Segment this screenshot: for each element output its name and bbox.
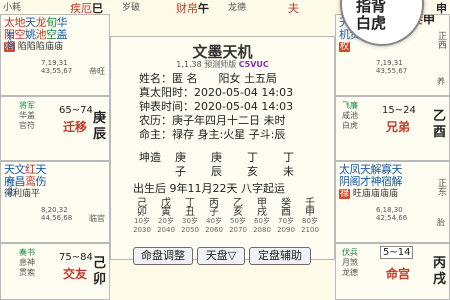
transform-tag: 禄 bbox=[339, 189, 351, 199]
top-left-label: 小耗 bbox=[3, 3, 22, 13]
palace-name-ming: 命宫 bbox=[386, 267, 411, 281]
top-branch: 申 bbox=[436, 2, 447, 15]
info-solar-time: 真太阳时：2020-05-04 14:03 bbox=[139, 86, 294, 99]
center-panel: 文墨天机 1.1.38 预测师版 C5VUC 姓名：匿 名 阳女 土五局 真太阳… bbox=[110, 36, 335, 265]
age-range-box: 5~14 bbox=[380, 246, 414, 259]
luck-cycle-5[interactable]: 甲戌 60岁 2080 bbox=[251, 199, 273, 235]
branch: 酉 bbox=[432, 125, 446, 140]
license-badge: C5VUC bbox=[238, 60, 269, 69]
luck-cycle-4[interactable]: 乙亥 50岁 2070 bbox=[227, 199, 249, 235]
info-clock-time: 钟表时间：2020-05-04 14:03 bbox=[139, 100, 294, 113]
age-list: 7,19,31 43,55,67 bbox=[41, 59, 73, 75]
chart-adjust-button[interactable]: 命盘调整 bbox=[133, 247, 193, 265]
minor-star: 奏书 bbox=[19, 248, 35, 257]
ziwei-chart: 小耗 疾厄巳 岁破 财帛午 龙德 夫 申 太地天龙旬华 阳空姚池空盖 科 陷陷陷… bbox=[0, 0, 450, 300]
minor-star-3: 龙德 bbox=[342, 268, 358, 277]
version-line: 1.1.38 预测师版 C5VUC bbox=[176, 60, 269, 69]
minor-star-2: 息神 bbox=[19, 258, 35, 267]
top-mid-label: 岁破 bbox=[122, 3, 141, 13]
direction-label: 正西 bbox=[436, 31, 446, 49]
age-range: 75~84 bbox=[59, 252, 93, 263]
palace-mao[interactable]: 天文红天 府昌鸾伤 得利庙平 8,20,32 44,56,68 临官 东北 bbox=[0, 161, 110, 243]
pillars-label: 坤造 bbox=[139, 151, 161, 164]
info-name: 姓名：匿 名 阳女 土五局 bbox=[139, 72, 277, 85]
chart-assist-button[interactable]: 定盘辅助 bbox=[249, 247, 311, 265]
transform-tag: 权 bbox=[339, 42, 351, 52]
magnifier-text: 指背 白虎 bbox=[356, 0, 387, 32]
minor-star: 飞廉 bbox=[342, 101, 358, 110]
direction-label: 东北 bbox=[4, 178, 14, 196]
direction-label: 正东 bbox=[436, 178, 446, 196]
palace-xu[interactable]: 太凤天解寡天 阴阁才神宿解 禄 旺庙庙庙庙 6,18,30 42,54,66 胎 … bbox=[335, 161, 450, 243]
minor-star-2: 咸池 bbox=[342, 111, 358, 120]
branch: 辰 bbox=[92, 127, 106, 142]
palace-mao-lower: 奏书 息神 贯索 75~84 交友 己 卯 bbox=[0, 243, 110, 300]
palace-name-qianyi: 迁移 bbox=[63, 120, 88, 134]
palace-name-xiongdi: 兄弟 bbox=[386, 120, 411, 134]
luck-cycle-2[interactable]: 丁丑 30岁 2050 bbox=[179, 199, 201, 235]
luck-cycle-1[interactable]: 戊寅 20岁 2040 bbox=[155, 199, 177, 235]
luck-cycle-6[interactable]: 癸酉 70岁 2090 bbox=[275, 199, 297, 235]
age-list: 7,19,31 43,55,67 bbox=[376, 59, 408, 75]
minor-star: 将军 bbox=[19, 101, 35, 110]
start-luck: 出生后 9年11月22天 八字起运 bbox=[133, 182, 285, 195]
info-lunar: 农历：庚子年四月十二日 未时 bbox=[139, 114, 286, 127]
pillar-day-branch: 亥 bbox=[247, 165, 258, 178]
minor-star-3: 白虎 bbox=[342, 121, 358, 130]
palace-xu-lower: 伏兵 月煞 龙德 5~14 命宫 丙 戌 bbox=[335, 243, 450, 300]
age-list: 8,20,32 44,56,68 bbox=[41, 206, 73, 222]
brightness-row: 权 bbox=[339, 42, 351, 52]
palace-you-lower: 飞廉 咸池 白虎 15~24 兄弟 乙 酉 bbox=[335, 96, 450, 161]
palace-name-jiaoyou: 交友 bbox=[63, 267, 88, 281]
sky-chart-button[interactable]: 天盘▽ bbox=[197, 247, 245, 265]
age-range: 65~74 bbox=[59, 105, 93, 116]
direction-label: 东临 bbox=[4, 31, 14, 49]
branch: 卯 bbox=[92, 272, 106, 287]
luck-cycle-0[interactable]: 己卯 10岁 2030 bbox=[131, 199, 153, 235]
minor-star-3: 官符 bbox=[19, 121, 35, 130]
minor-star-2: 月煞 bbox=[342, 258, 358, 267]
top-spouse-palace: 夫 bbox=[288, 2, 299, 15]
pillar-month-branch: 辰 bbox=[211, 165, 222, 178]
branch: 戌 bbox=[432, 272, 446, 287]
age-range: 15~24 bbox=[382, 105, 416, 116]
star-list: 太凤天解寡天 阴阁才神宿解 bbox=[339, 163, 402, 188]
palace-chen[interactable]: 太地天龙旬华 阳空姚池空盖 科 陷陷陷庙庙 7,19,31 43,55,67 帝旺… bbox=[0, 14, 110, 96]
top-right-label: 龙德 bbox=[228, 3, 247, 13]
top-wealth-palace: 财帛午 bbox=[176, 2, 209, 15]
pillar-year-branch: 子 bbox=[175, 165, 186, 178]
brightness-row: 禄 旺庙庙庙庙 bbox=[339, 189, 398, 199]
luck-cycle-7[interactable]: 壬申 80岁 2100 bbox=[299, 199, 321, 235]
luck-cycle-3[interactable]: 丙子 40岁 2060 bbox=[203, 199, 225, 235]
age-list: 6,18,30 42,54,66 bbox=[376, 206, 408, 222]
minor-star-2: 华盖 bbox=[19, 111, 35, 120]
pillar-hour-branch: 未 bbox=[283, 165, 294, 178]
palace-chen-lower: 将军 华盖 官符 65~74 迁移 庚 辰 bbox=[0, 96, 110, 161]
top-palace-label: 疾厄巳 bbox=[70, 2, 103, 15]
life-stage: 临官 bbox=[89, 214, 105, 223]
minor-star: 伏兵 bbox=[342, 248, 358, 257]
life-stage: 帝旺 bbox=[89, 67, 105, 76]
minor-star-3: 贯索 bbox=[19, 268, 35, 277]
info-master: 命主：禄存 身主:火星 子斗:辰 bbox=[139, 128, 286, 141]
